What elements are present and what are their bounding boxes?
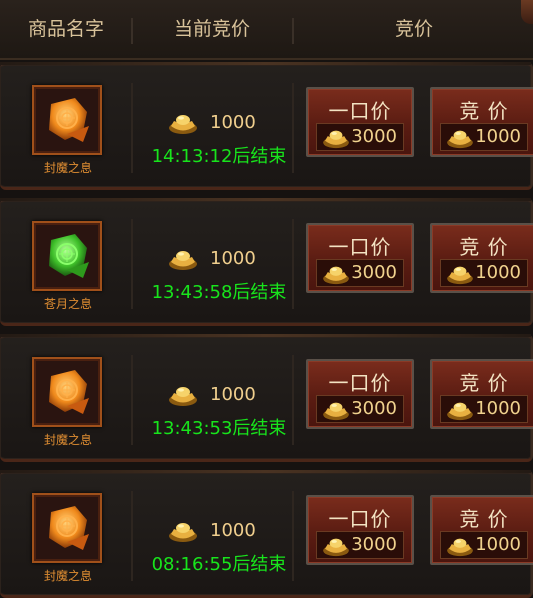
buyout-button[interactable]: 一口价 3000 <box>306 495 414 565</box>
bid-label: 竞 价 <box>459 371 509 395</box>
gold-ingot-icon <box>447 130 473 149</box>
header-bid: 竞价 <box>394 18 433 40</box>
buyout-button[interactable]: 一口价 3000 <box>306 359 414 429</box>
bid-label: 竞 价 <box>459 99 509 123</box>
item-name[interactable]: 苍月之息 <box>22 295 114 312</box>
current-price-value: 1000 <box>210 112 256 133</box>
header-divider <box>131 18 133 44</box>
bid-price: 1000 <box>475 534 521 555</box>
gold-ingot-icon <box>169 251 197 270</box>
bid-price-box: 1000 <box>440 395 528 423</box>
auction-row: 封魔之息 1000 08:16:55后结束 一口价 3000 竞 价 1000 <box>0 470 533 598</box>
buyout-label: 一口价 <box>328 507 392 531</box>
current-price: 1000 <box>150 247 280 273</box>
gold-ingot-icon <box>447 402 473 421</box>
bid-price-box: 1000 <box>440 531 528 559</box>
bid-button[interactable]: 竞 价 1000 <box>430 223 533 293</box>
bid-button[interactable]: 竞 价 1000 <box>430 87 533 157</box>
current-price-value: 1000 <box>210 384 256 405</box>
item-slot[interactable] <box>32 493 102 563</box>
bid-button[interactable]: 竞 价 1000 <box>430 495 533 565</box>
item-slot[interactable] <box>32 357 102 427</box>
countdown-timer: 08:16:55后结束 <box>151 554 287 575</box>
buyout-price-box: 3000 <box>316 531 404 559</box>
auction-row: 封魔之息 1000 13:43:53后结束 一口价 3000 竞 价 1000 <box>0 334 533 462</box>
gem-stone-icon <box>49 234 89 278</box>
gold-ingot-icon <box>169 387 197 406</box>
gold-ingot-icon <box>323 130 349 149</box>
gold-ingot-icon <box>169 523 197 542</box>
gold-ingot-icon <box>323 538 349 557</box>
countdown-timer: 14:13:12后结束 <box>151 146 287 167</box>
item-name[interactable]: 封魔之息 <box>22 159 114 176</box>
current-price: 1000 <box>150 383 280 409</box>
bid-label: 竞 价 <box>459 507 509 531</box>
panel-corner-ornament <box>521 0 533 24</box>
bid-price: 1000 <box>475 262 521 283</box>
auction-row: 苍月之息 1000 13:43:58后结束 一口价 3000 竞 价 1000 <box>0 198 533 326</box>
buyout-price-box: 3000 <box>316 259 404 287</box>
buyout-label: 一口价 <box>328 371 392 395</box>
bid-label: 竞 价 <box>459 235 509 259</box>
buyout-label: 一口价 <box>328 99 392 123</box>
buyout-price-box: 3000 <box>316 395 404 423</box>
gem-stone-icon <box>49 370 89 414</box>
buyout-button[interactable]: 一口价 3000 <box>306 223 414 293</box>
header-current-price: 当前竞价 <box>173 18 250 40</box>
current-price-value: 1000 <box>210 520 256 541</box>
bid-price: 1000 <box>475 398 521 419</box>
auction-header: 商品名字 当前竞价 竞价 <box>0 0 533 60</box>
buyout-price: 3000 <box>351 398 397 419</box>
buyout-button[interactable]: 一口价 3000 <box>306 87 414 157</box>
gold-ingot-icon <box>323 402 349 421</box>
bid-price: 1000 <box>475 126 521 147</box>
gold-ingot-icon <box>447 266 473 285</box>
current-price: 1000 <box>150 519 280 545</box>
auction-row: 封魔之息 1000 14:13:12后结束 一口价 3000 竞 价 1000 <box>0 62 533 190</box>
item-name[interactable]: 封魔之息 <box>22 567 114 584</box>
buyout-label: 一口价 <box>328 235 392 259</box>
current-price: 1000 <box>150 111 280 137</box>
gem-stone-icon <box>49 98 89 142</box>
buyout-price: 3000 <box>351 262 397 283</box>
countdown-timer: 13:43:53后结束 <box>151 418 287 439</box>
item-slot[interactable] <box>32 85 102 155</box>
gold-ingot-icon <box>447 538 473 557</box>
item-name[interactable]: 封魔之息 <box>22 431 114 448</box>
gold-ingot-icon <box>323 266 349 285</box>
current-price-value: 1000 <box>210 248 256 269</box>
buyout-price: 3000 <box>351 534 397 555</box>
item-slot[interactable] <box>32 221 102 291</box>
bid-price-box: 1000 <box>440 123 528 151</box>
header-item-name: 商品名字 <box>27 18 104 40</box>
buyout-price: 3000 <box>351 126 397 147</box>
bid-button[interactable]: 竞 价 1000 <box>430 359 533 429</box>
bid-price-box: 1000 <box>440 259 528 287</box>
gold-ingot-icon <box>169 115 197 134</box>
countdown-timer: 13:43:58后结束 <box>151 282 287 303</box>
gem-stone-icon <box>49 506 89 550</box>
buyout-price-box: 3000 <box>316 123 404 151</box>
